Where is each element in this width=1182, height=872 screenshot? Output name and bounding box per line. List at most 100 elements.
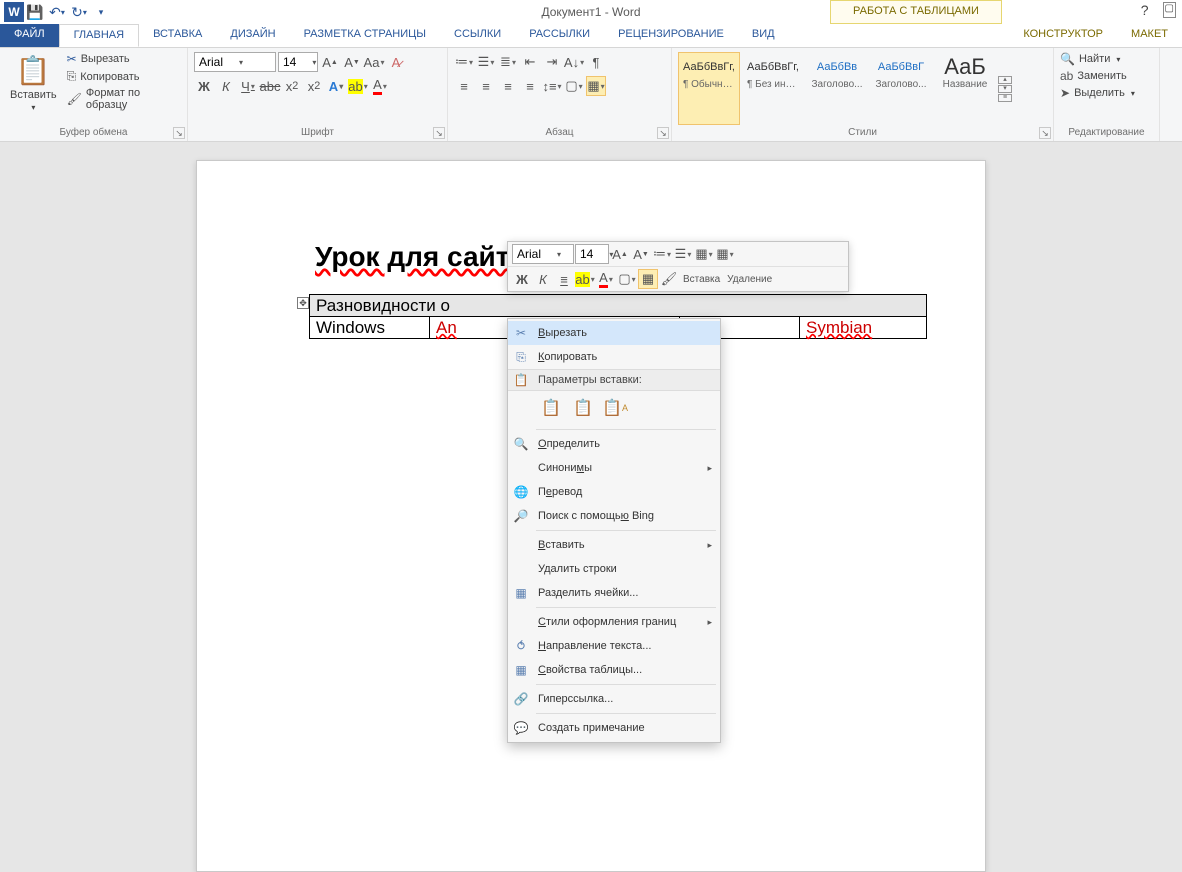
- mini-bullets-icon[interactable]: ≔: [652, 244, 672, 264]
- find-button[interactable]: 🔍Найти▾: [1060, 52, 1135, 66]
- multilevel-icon[interactable]: ≣: [498, 52, 518, 72]
- ctx-table-properties[interactable]: ▦Свойства таблицы...: [508, 658, 720, 682]
- clear-formatting-icon[interactable]: A̷: [386, 52, 406, 72]
- borders-icon[interactable]: ▦: [586, 76, 606, 96]
- ctx-synonyms[interactable]: Синонимы▸: [508, 456, 720, 480]
- ctx-delete-rows[interactable]: Удалить строки: [508, 557, 720, 581]
- table-cell[interactable]: Symbian: [800, 317, 927, 339]
- style-title[interactable]: АаБНазвание: [934, 52, 996, 125]
- text-effects-icon[interactable]: A: [326, 76, 346, 96]
- dialog-launcher-icon[interactable]: ↘: [433, 127, 445, 139]
- underline-icon[interactable]: Ч: [238, 76, 258, 96]
- style-heading2[interactable]: АаБбВвГЗаголово...: [870, 52, 932, 125]
- redo-icon[interactable]: ↻▾: [68, 1, 90, 23]
- mini-shading-icon[interactable]: ▢: [617, 269, 637, 289]
- tab-review[interactable]: РЕЦЕНЗИРОВАНИЕ: [604, 24, 738, 47]
- mini-size-combo[interactable]: 14▾: [575, 244, 609, 264]
- mini-insert-label[interactable]: Вставка: [680, 274, 723, 285]
- highlight-icon[interactable]: ab: [348, 76, 368, 96]
- mini-delete-icon[interactable]: ▦: [715, 244, 735, 264]
- mini-font-color-icon[interactable]: A: [596, 269, 616, 289]
- style-no-spacing[interactable]: АаБбВвГг,¶ Без инте...: [742, 52, 804, 125]
- superscript-icon[interactable]: x2: [304, 76, 324, 96]
- ctx-text-direction[interactable]: ⥀Направление текста...: [508, 634, 720, 658]
- table-row[interactable]: Разновидности о: [310, 295, 927, 317]
- table-header-cell[interactable]: Разновидности о: [310, 295, 927, 317]
- tab-view[interactable]: ВИД: [738, 24, 789, 47]
- tab-references[interactable]: ССЫЛКИ: [440, 24, 515, 47]
- tab-mailings[interactable]: РАССЫЛКИ: [515, 24, 604, 47]
- mini-format-painter-icon[interactable]: 🖌: [659, 269, 679, 289]
- ctx-copy[interactable]: ⎘Копировать: [508, 345, 720, 369]
- tab-home[interactable]: ГЛАВНАЯ: [59, 24, 139, 47]
- ctx-split-cells[interactable]: ▦Разделить ячейки...: [508, 581, 720, 605]
- mini-bold-icon[interactable]: Ж: [512, 269, 532, 289]
- dialog-launcher-icon[interactable]: ↘: [173, 127, 185, 139]
- sort-icon[interactable]: A↓: [564, 52, 584, 72]
- tab-table-layout[interactable]: МАКЕТ: [1117, 24, 1182, 47]
- tab-file[interactable]: ФАЙЛ: [0, 24, 59, 47]
- ctx-new-comment[interactable]: 💬Создать примечание: [508, 716, 720, 740]
- align-right-icon[interactable]: ≡: [498, 76, 518, 96]
- ctx-insert[interactable]: Вставить▸: [508, 533, 720, 557]
- replace-button[interactable]: abЗаменить: [1060, 69, 1135, 83]
- paste-button[interactable]: 📋 Вставить ▾: [6, 52, 61, 125]
- table-cell[interactable]: Windows: [310, 317, 430, 339]
- subscript-icon[interactable]: x2: [282, 76, 302, 96]
- shrink-font-icon[interactable]: A▼: [342, 52, 362, 72]
- table-move-handle[interactable]: ✥: [297, 297, 309, 309]
- mini-numbering-icon[interactable]: ☰: [673, 244, 693, 264]
- ctx-border-styles[interactable]: Стили оформления границ▸: [508, 610, 720, 634]
- qat-customize-icon[interactable]: ▾: [90, 1, 112, 23]
- tab-table-constructor[interactable]: КОНСТРУКТОР: [1009, 24, 1117, 47]
- italic-icon[interactable]: К: [216, 76, 236, 96]
- format-painter-button[interactable]: 🖌Формат по образцу: [67, 87, 181, 111]
- align-left-icon[interactable]: ≡: [454, 76, 474, 96]
- show-marks-icon[interactable]: ¶: [586, 52, 606, 72]
- justify-icon[interactable]: ≡: [520, 76, 540, 96]
- undo-icon[interactable]: ↶▾: [46, 1, 68, 23]
- paste-merge-icon[interactable]: 📋: [570, 395, 596, 421]
- mini-italic-icon[interactable]: К: [533, 269, 553, 289]
- word-app-icon[interactable]: W: [4, 2, 24, 22]
- line-spacing-icon[interactable]: ↕≡: [542, 76, 562, 96]
- numbering-icon[interactable]: ☰: [476, 52, 496, 72]
- tab-page-layout[interactable]: РАЗМЕТКА СТРАНИЦЫ: [290, 24, 440, 47]
- mini-delete-label[interactable]: Удаление: [724, 274, 775, 285]
- help-icon[interactable]: ?: [1141, 2, 1149, 18]
- ctx-define[interactable]: 🔍Определить: [508, 432, 720, 456]
- font-size-combo[interactable]: 14▾: [278, 52, 318, 72]
- mini-borders-icon[interactable]: ▦: [638, 269, 658, 289]
- shading-icon[interactable]: ▢: [564, 76, 584, 96]
- ctx-hyperlink[interactable]: 🔗Гиперссылка...: [508, 687, 720, 711]
- copy-button[interactable]: ⎘Копировать: [67, 69, 181, 84]
- style-normal[interactable]: АаБбВвГг,¶ Обычный: [678, 52, 740, 125]
- paste-text-only-icon[interactable]: 📋A: [602, 395, 628, 421]
- change-case-icon[interactable]: Aa: [364, 52, 384, 72]
- align-center-icon[interactable]: ≡: [476, 76, 496, 96]
- styles-scroll[interactable]: ▴▾≡: [998, 52, 1012, 125]
- bullets-icon[interactable]: ≔: [454, 52, 474, 72]
- tab-insert[interactable]: ВСТАВКА: [139, 24, 216, 47]
- mini-grow-font-icon[interactable]: A▲: [610, 244, 630, 264]
- ctx-cut[interactable]: ✂Вырезать: [508, 321, 720, 345]
- mini-highlight-icon[interactable]: ab: [575, 269, 595, 289]
- font-name-combo[interactable]: Arial▾: [194, 52, 276, 72]
- ctx-translate[interactable]: 🌐Перевод: [508, 480, 720, 504]
- style-heading1[interactable]: АаБбВвЗаголово...: [806, 52, 868, 125]
- mini-shrink-font-icon[interactable]: A▼: [631, 244, 651, 264]
- decrease-indent-icon[interactable]: ⇤: [520, 52, 540, 72]
- increase-indent-icon[interactable]: ⇥: [542, 52, 562, 72]
- ctx-bing-search[interactable]: 🔎Поиск с помощью Bing: [508, 504, 720, 528]
- strike-icon[interactable]: abc: [260, 76, 280, 96]
- cut-button[interactable]: ✂Вырезать: [67, 52, 181, 66]
- paste-keep-source-icon[interactable]: 📋: [538, 395, 564, 421]
- mini-merge-icon[interactable]: ▦: [694, 244, 714, 264]
- ribbon-display-icon[interactable]: ▢: [1163, 2, 1176, 18]
- select-button[interactable]: ➤Выделить▾: [1060, 86, 1135, 100]
- dialog-launcher-icon[interactable]: ↘: [1039, 127, 1051, 139]
- mini-font-combo[interactable]: Arial▾: [512, 244, 574, 264]
- save-icon[interactable]: 💾: [24, 1, 46, 23]
- tab-design[interactable]: ДИЗАЙН: [216, 24, 289, 47]
- mini-underline-icon[interactable]: ≡: [554, 269, 574, 289]
